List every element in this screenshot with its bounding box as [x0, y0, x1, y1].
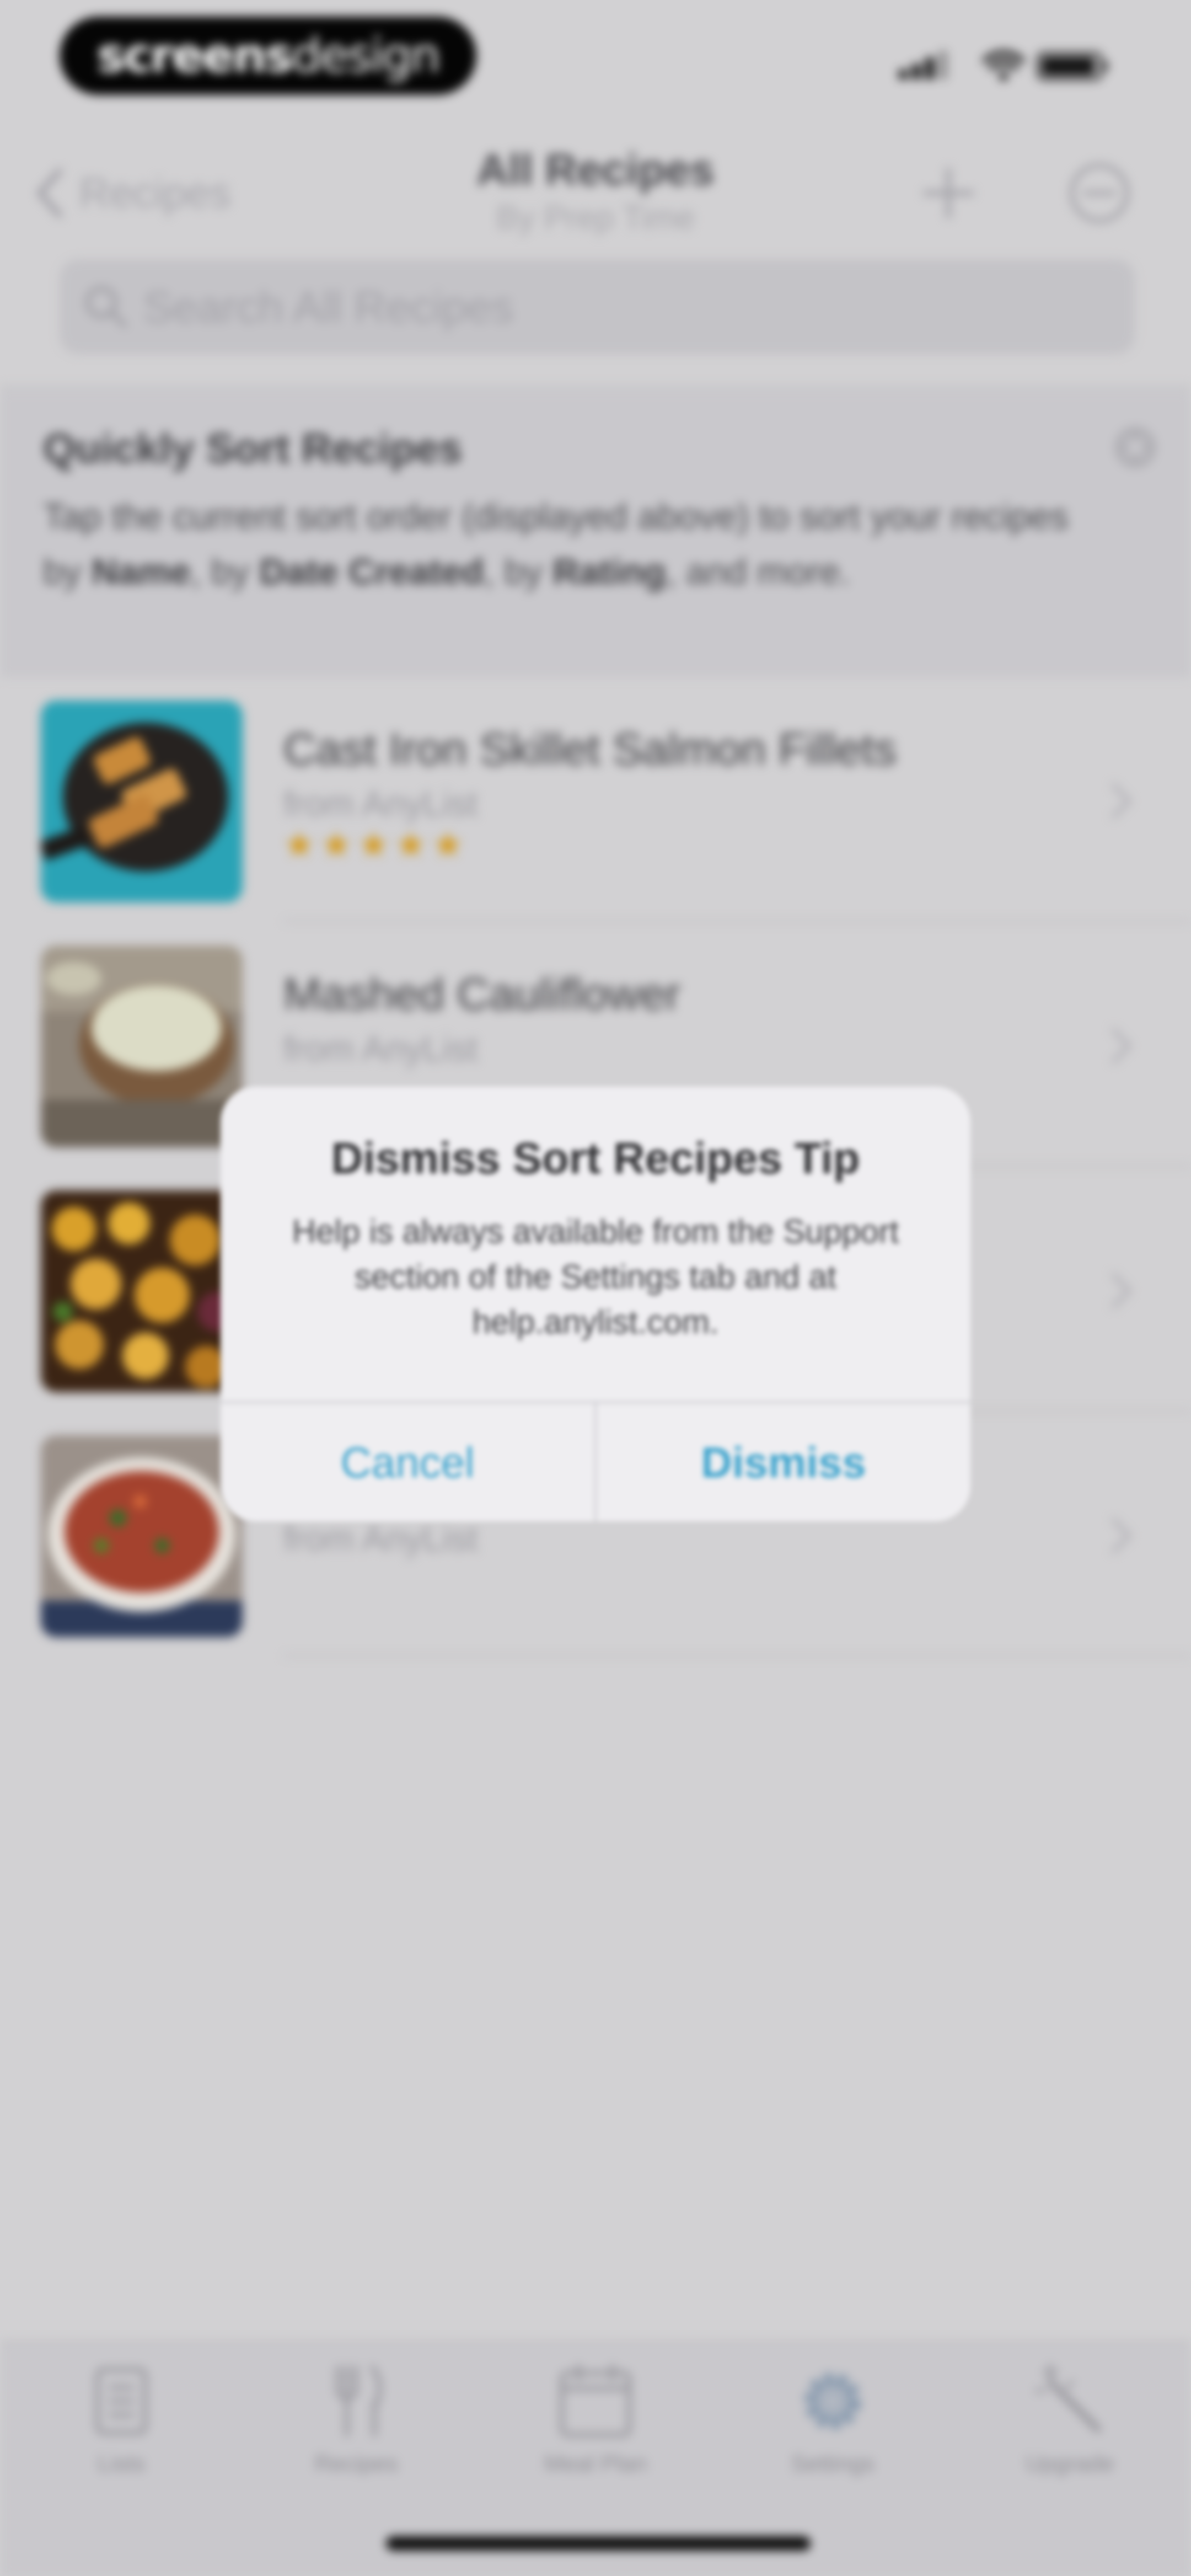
recipe-source: from AnyList: [283, 1029, 478, 1068]
tab-recipes[interactable]: Recipes: [273, 2360, 439, 2498]
search-bar[interactable]: [60, 259, 1135, 355]
chevron-left-icon: [37, 168, 62, 218]
more-options-button[interactable]: [1067, 161, 1131, 225]
tab-settings[interactable]: Settings: [750, 2360, 915, 2498]
dismiss-button[interactable]: Dismiss: [597, 1403, 970, 1521]
cancel-button[interactable]: Cancel: [221, 1403, 594, 1521]
tip-sort-name: Name: [92, 551, 191, 592]
tip-sep-1: , by: [190, 551, 260, 592]
tip-sort-rating: Rating: [552, 551, 666, 592]
chevron-right-icon: [1112, 783, 1131, 819]
wifi-icon: [982, 50, 1025, 81]
status-icons: [899, 49, 1119, 87]
recipe-row[interactable]: Cast Iron Skillet Salmon Fillets from An…: [0, 680, 1191, 922]
lists-icon: [95, 2367, 147, 2435]
row-divider: [283, 1655, 1191, 1657]
tab-meal-plan[interactable]: Meal Plan: [513, 2360, 678, 2498]
dialog-message: Help is always available from the Suppor…: [292, 1213, 899, 1340]
back-button[interactable]: Recipes: [33, 160, 231, 226]
home-indicator[interactable]: [386, 2536, 811, 2551]
watermark-bold-text: screens: [97, 28, 293, 83]
tip-body-suffix: , and more.: [666, 551, 850, 592]
chevron-right-icon: [1112, 1273, 1131, 1308]
recipe-thumbnail: [41, 1190, 243, 1392]
back-label: Recipes: [79, 169, 231, 217]
dismiss-tip-dialog: Dismiss Sort Recipes Tip Help is always …: [221, 1087, 970, 1521]
tip-title: Quickly Sort Recipes: [43, 425, 463, 472]
chevron-right-icon: [1112, 1518, 1131, 1553]
screen: screensdesign Recipes All Recipes By Pre…: [0, 0, 1191, 2576]
search-input[interactable]: [142, 259, 1115, 355]
tip-sort-date-created: Date Created: [259, 551, 484, 592]
tab-label: Recipes: [314, 2450, 398, 2476]
chevron-right-icon: [1112, 1028, 1131, 1063]
watermark-logo: screensdesign: [60, 17, 476, 95]
tab-lists[interactable]: Lists: [39, 2360, 204, 2498]
recipe-title: Cast Iron Skillet Salmon Fillets: [283, 724, 897, 774]
calendar-icon: [560, 2364, 631, 2437]
battery-icon: [1037, 52, 1108, 81]
rating-stars: ★★★★★: [283, 825, 469, 864]
recipe-thumbnail: [41, 701, 243, 902]
sort-order-label[interactable]: By Prep Time: [375, 199, 816, 237]
tab-label: Meal Plan: [544, 2450, 647, 2476]
dialog-title: Dismiss Sort Recipes Tip: [331, 1134, 860, 1183]
recipe-title: Mashed Cauliflower: [283, 969, 681, 1019]
tab-label: Lists: [97, 2450, 146, 2476]
tab-label: Settings: [791, 2450, 875, 2476]
tip-sep-2: , by: [484, 551, 553, 592]
tip-close-icon[interactable]: [1112, 424, 1159, 471]
row-divider: [283, 920, 1191, 922]
recipe-thumbnail: [41, 1435, 243, 1637]
magic-wand-icon: [1034, 2364, 1101, 2433]
add-recipe-button[interactable]: [915, 160, 981, 226]
page-title[interactable]: All Recipes: [375, 145, 816, 195]
search-icon: [85, 286, 127, 328]
fork-knife-icon: [336, 2365, 382, 2437]
tab-upgrade[interactable]: Upgrade: [987, 2360, 1152, 2498]
recipe-thumbnail: [41, 945, 243, 1147]
gear-icon: [804, 2373, 861, 2429]
header-divider: [0, 386, 1191, 388]
tab-label: Upgrade: [1025, 2450, 1114, 2476]
tip-body: Tap the current sort order (displayed ab…: [43, 489, 1091, 599]
watermark-light-text: design: [291, 28, 441, 83]
sort-tip-banner: Quickly Sort Recipes Tap the current sor…: [0, 391, 1191, 677]
recipe-source: from AnyList: [283, 1519, 478, 1558]
recipe-source: from AnyList: [283, 784, 478, 824]
